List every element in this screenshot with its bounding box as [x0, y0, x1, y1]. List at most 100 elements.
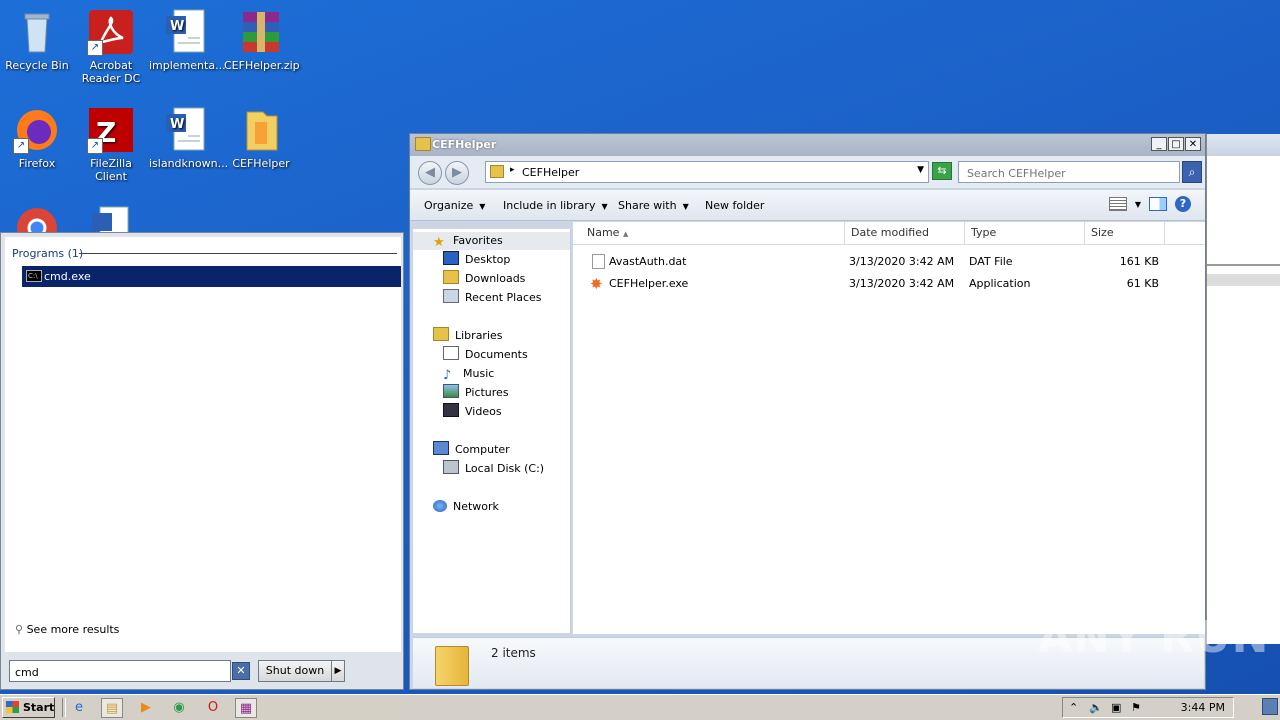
pictures-icon: [443, 384, 459, 398]
chrome-icon[interactable]: [14, 205, 60, 232]
shortcut-arrow-icon: ↗: [87, 40, 103, 56]
search-input[interactable]: [965, 163, 1159, 183]
opera-icon[interactable]: O: [202, 698, 224, 718]
nav-item-pictures[interactable]: Pictures: [443, 384, 509, 402]
nav-label: Recent Places: [465, 291, 542, 304]
see-more-results-link[interactable]: ⚲ See more results: [15, 623, 119, 636]
search-box[interactable]: [958, 161, 1180, 183]
result-cmd[interactable]: C:\ cmd.exe: [22, 266, 401, 287]
results-section-title: Programs (1): [12, 247, 84, 260]
desktop-icon-label: FileZilla Client: [90, 157, 132, 183]
nav-item-favorites[interactable]: ★ Favorites: [433, 232, 503, 250]
start-button[interactable]: Start: [2, 697, 55, 718]
watermark-text: ANY RUN: [1038, 612, 1270, 663]
close-button[interactable]: ✕: [1185, 137, 1201, 151]
nav-item-music[interactable]: ♪ Music: [443, 365, 494, 383]
explorer-window[interactable]: CEFHelper _ □ ✕ ◀ ▶ ▸ CEFHelper ▼ ⇆ ⌕ Or…: [409, 133, 1206, 690]
back-button[interactable]: ◀: [418, 161, 442, 185]
file-date: 3/13/2020 3:42 AM: [849, 277, 955, 290]
nav-item-network[interactable]: Network: [433, 498, 499, 516]
clock[interactable]: 3:44 PM: [1143, 701, 1233, 714]
new-folder-button[interactable]: New folder: [705, 199, 764, 212]
organize-menu[interactable]: Organize ▼: [424, 199, 485, 212]
breadcrumb[interactable]: CEFHelper: [522, 166, 579, 179]
desktop-icon-acrobat[interactable]: ↗ Acrobat Reader DC: [74, 8, 148, 85]
desktop-icon-firefox[interactable]: ↗ Firefox: [0, 106, 74, 170]
nav-item-downloads[interactable]: Downloads: [443, 270, 525, 288]
nav-item-libraries[interactable]: Libraries: [433, 327, 503, 345]
shutdown-options-button[interactable]: ▶: [331, 660, 345, 682]
chevron-down-icon[interactable]: ▼: [1135, 200, 1141, 209]
shutdown-button[interactable]: Shut down: [258, 660, 332, 682]
column-header-name[interactable]: Name ▲: [573, 222, 845, 244]
desktop-icon-cefhelper-zip[interactable]: CEFHelper.zip: [224, 8, 300, 72]
help-icon[interactable]: ?: [1175, 196, 1191, 212]
nav-label: Downloads: [465, 272, 526, 285]
maximize-button[interactable]: □: [1168, 137, 1184, 151]
media-player-icon[interactable]: ▶: [135, 698, 157, 718]
file-row[interactable]: ✸ CEFHelper.exe 3/13/2020 3:42 AM Applic…: [573, 273, 1205, 295]
breadcrumb-arrow-icon[interactable]: ▸: [510, 165, 515, 175]
organize-label: Organize: [424, 199, 474, 212]
refresh-button[interactable]: ⇆: [932, 162, 952, 180]
start-search-input[interactable]: [13, 662, 217, 682]
minimize-button[interactable]: _: [1151, 137, 1167, 151]
internet-explorer-icon[interactable]: e: [68, 698, 90, 718]
address-bar[interactable]: ▸ CEFHelper ▼: [485, 161, 929, 183]
clear-search-button[interactable]: ✕: [232, 662, 250, 680]
see-more-label: See more results: [26, 623, 120, 636]
desktop-icon-recycle-bin[interactable]: Recycle Bin: [0, 8, 74, 72]
word-doc-icon[interactable]: [88, 205, 134, 232]
winrar-icon[interactable]: ▦: [235, 698, 257, 718]
nav-item-computer[interactable]: Computer: [433, 441, 510, 459]
music-icon: ♪: [443, 368, 452, 383]
chevron-down-icon: ▼: [479, 202, 486, 211]
windows-logo-icon: [6, 701, 19, 713]
search-icon[interactable]: ⌕: [1182, 161, 1202, 183]
chevron-down-icon: ▼: [682, 202, 689, 211]
folder-icon: [435, 646, 469, 686]
desktop-icon-islandknown[interactable]: W islandknown...: [149, 106, 228, 170]
explorer-taskbar-icon[interactable]: ▤: [101, 698, 123, 718]
videos-icon: [443, 403, 459, 417]
show-desktop-button[interactable]: [1262, 698, 1278, 715]
command-prompt-icon: C:\: [26, 270, 42, 282]
volume-icon[interactable]: 🔈: [1089, 701, 1103, 714]
file-row[interactable]: AvastAuth.dat 3/13/2020 3:42 AM DAT File…: [573, 251, 1205, 273]
network-status-icon[interactable]: ▣: [1111, 701, 1121, 714]
chevron-down-icon[interactable]: ▼: [917, 165, 924, 175]
folder-icon: [237, 106, 285, 154]
desktop-icon-label: CEFHelper: [232, 157, 290, 170]
preview-pane-icon[interactable]: [1149, 197, 1167, 211]
column-header-size[interactable]: Size: [1085, 222, 1165, 244]
nav-item-documents[interactable]: Documents: [443, 346, 528, 364]
desktop-icon-filezilla[interactable]: Z ↗ FileZilla Client: [74, 106, 148, 183]
change-view-icon[interactable]: [1108, 197, 1127, 211]
desktop-icon-label: CEFHelper.zip: [224, 59, 300, 72]
chrome-icon[interactable]: ◉: [168, 698, 190, 718]
share-with-label: Share with: [618, 199, 677, 212]
svg-text:W: W: [170, 117, 184, 132]
folder-icon: [490, 165, 504, 178]
show-hidden-icons-icon[interactable]: ⌃: [1069, 701, 1078, 714]
chevron-down-icon: ▼: [601, 202, 608, 211]
action-center-flag-icon[interactable]: ⚑: [1131, 701, 1141, 714]
nav-label: Computer: [455, 443, 510, 456]
star-icon: ★: [433, 235, 445, 250]
nav-item-local-disk[interactable]: Local Disk (C:): [443, 460, 544, 478]
forward-button[interactable]: ▶: [445, 161, 469, 185]
include-in-library-menu[interactable]: Include in library ▼: [503, 199, 608, 212]
desktop-icon-implementa[interactable]: W implementa...: [149, 8, 226, 72]
share-with-menu[interactable]: Share with ▼: [618, 199, 689, 212]
nav-item-desktop[interactable]: Desktop: [443, 251, 510, 269]
nav-label: Desktop: [465, 253, 511, 266]
navigation-pane: ★ Favorites Desktop Downloads Recent Plac…: [413, 229, 571, 633]
column-header-type[interactable]: Type: [965, 222, 1085, 244]
desktop-icon-cefhelper-folder[interactable]: CEFHelper: [224, 106, 298, 170]
background-window[interactable]: [1206, 134, 1280, 644]
explorer-titlebar[interactable]: CEFHelper _ □ ✕: [410, 134, 1205, 156]
nav-item-recent-places[interactable]: Recent Places: [443, 289, 542, 307]
start-search-box[interactable]: [9, 660, 231, 682]
nav-item-videos[interactable]: Videos: [443, 403, 502, 421]
column-header-date[interactable]: Date modified: [845, 222, 965, 244]
